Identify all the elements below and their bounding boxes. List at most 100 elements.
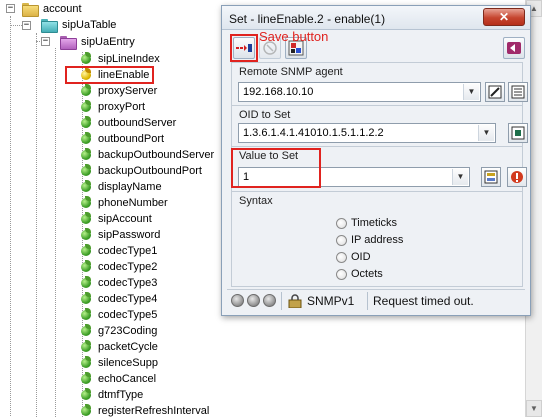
expander-sipuaentry[interactable]: − bbox=[41, 37, 50, 46]
radio-button[interactable] bbox=[336, 217, 347, 229]
tree-leaf-codectype4[interactable]: codecType4 bbox=[79, 291, 158, 307]
tree-leaf-phonenumber[interactable]: phoneNumber bbox=[79, 195, 169, 211]
expander-sipuatable[interactable]: − bbox=[22, 21, 31, 30]
tree-leaf-dtmftype[interactable]: dtmfType bbox=[79, 387, 144, 403]
leaf-icon bbox=[79, 132, 93, 146]
status-separator bbox=[367, 292, 368, 310]
snmp-version: SNMPv1 bbox=[307, 294, 355, 308]
leaf-icon bbox=[79, 340, 93, 354]
tree-leaf-proxyserver[interactable]: proxyServer bbox=[79, 83, 158, 99]
tree-node-account[interactable]: account bbox=[22, 1, 83, 17]
tree-leaf-label: outboundServer bbox=[98, 117, 177, 129]
agent-properties-button[interactable] bbox=[485, 82, 505, 102]
tree-leaf-label: registerRefreshInterval bbox=[98, 405, 210, 417]
agent-list-button[interactable] bbox=[508, 82, 528, 102]
leaf-icon bbox=[79, 180, 93, 194]
leaf-icon bbox=[79, 164, 93, 178]
tree-leaf-label: dtmfType bbox=[98, 389, 144, 401]
tree-node-sipuaentry[interactable]: sipUaEntry bbox=[60, 34, 136, 50]
dialog-title: Set - lineEnable.2 - enable(1) bbox=[229, 12, 386, 26]
tree-leaf-codectype2[interactable]: codecType2 bbox=[79, 259, 158, 275]
table-folder-icon bbox=[41, 18, 58, 33]
save-button-annotation: Save button bbox=[259, 29, 329, 44]
status-message: Request timed out. bbox=[373, 294, 474, 308]
tree-leaf-backupoutboundserver[interactable]: backupOutboundServer bbox=[79, 147, 215, 163]
syntax-label: Syntax bbox=[239, 195, 273, 207]
syntax-option-ip-address[interactable]: IP address bbox=[336, 232, 403, 248]
radio-button[interactable] bbox=[336, 251, 347, 263]
tree-leaf-label: codecType3 bbox=[98, 277, 158, 289]
tree-leaf-label: backupOutboundPort bbox=[98, 165, 202, 177]
chevron-down-icon[interactable]: ▼ bbox=[478, 125, 494, 141]
tree-leaf-label: g723Coding bbox=[98, 325, 158, 337]
tree-leaf-silencesupp[interactable]: silenceSupp bbox=[79, 355, 159, 371]
expander-account[interactable]: − bbox=[6, 4, 15, 13]
agent-list-icon bbox=[511, 85, 525, 99]
oid-select-button[interactable] bbox=[508, 123, 528, 143]
close-button[interactable]: ✕ bbox=[483, 8, 525, 26]
scroll-down-icon[interactable]: ▼ bbox=[526, 400, 542, 417]
tree-leaf-label: echoCancel bbox=[98, 373, 157, 385]
tree-node-label: sipUaEntry bbox=[81, 36, 135, 48]
syntax-option-label: OID bbox=[351, 251, 371, 263]
tree-leaf-sippassword[interactable]: sipPassword bbox=[79, 227, 161, 243]
tree-node-label: sipUaTable bbox=[62, 19, 117, 31]
leaf-icon bbox=[79, 116, 93, 130]
oid-section: OID to Set 1.3.6.1.4.1.41010.1.5.1.1.2.2… bbox=[231, 105, 528, 147]
dialog-titlebar[interactable]: Set - lineEnable.2 - enable(1) ✕ bbox=[222, 6, 530, 30]
leaf-icon bbox=[79, 388, 93, 402]
tree-leaf-label: sipAccount bbox=[98, 213, 152, 225]
oid-select-icon bbox=[511, 126, 525, 140]
oid-label: OID to Set bbox=[239, 109, 291, 121]
value-to-set-highlight-box bbox=[231, 148, 321, 188]
tree-leaf-label: packetCycle bbox=[98, 341, 158, 353]
leaf-icon bbox=[79, 196, 93, 210]
tree-leaf-backupoutboundport[interactable]: backupOutboundPort bbox=[79, 163, 203, 179]
tree-leaf-outboundport[interactable]: outboundPort bbox=[79, 131, 165, 147]
leaf-icon bbox=[79, 292, 93, 306]
tree-leaf-proxyport[interactable]: proxyPort bbox=[79, 99, 146, 115]
entry-folder-icon bbox=[60, 35, 77, 50]
radio-button[interactable] bbox=[336, 234, 347, 246]
syntax-option-octets[interactable]: Octets bbox=[336, 266, 383, 282]
syntax-option-oid[interactable]: OID bbox=[336, 249, 371, 265]
tree-leaf-outboundserver[interactable]: outboundServer bbox=[79, 115, 177, 131]
tree-leaf-codectype5[interactable]: codecType5 bbox=[79, 307, 158, 323]
tree-leaf-label: silenceSupp bbox=[98, 357, 158, 369]
tree-leaf-displayname[interactable]: displayName bbox=[79, 179, 163, 195]
leaf-icon bbox=[79, 212, 93, 226]
tree-leaf-registerrefreshinterval[interactable]: registerRefreshInterval bbox=[79, 403, 210, 417]
tree-leaf-label: sipLineIndex bbox=[98, 53, 160, 65]
tree-leaf-echocancel[interactable]: echoCancel bbox=[79, 371, 157, 387]
tree-node-label: account bbox=[43, 3, 82, 15]
leaf-icon bbox=[79, 356, 93, 370]
save-button-highlight-box bbox=[230, 34, 258, 62]
tree-leaf-siplineindex[interactable]: sipLineIndex bbox=[79, 51, 161, 67]
value-edit-icon bbox=[484, 170, 498, 184]
chevron-down-icon[interactable]: ▼ bbox=[463, 84, 479, 100]
syntax-option-timeticks[interactable]: Timeticks bbox=[336, 215, 397, 231]
tree-leaf-g723coding[interactable]: g723Coding bbox=[79, 323, 158, 339]
tree-node-sipuatable[interactable]: sipUaTable bbox=[41, 17, 117, 33]
folder-icon bbox=[22, 2, 39, 17]
agent-value: 192.168.10.10 bbox=[243, 86, 314, 98]
oid-combobox[interactable]: 1.3.6.1.4.1.41010.1.5.1.1.2.2 ▼ bbox=[238, 123, 496, 143]
tree-leaf-label: sipPassword bbox=[98, 229, 161, 241]
leaf-icon bbox=[79, 404, 93, 417]
radio-button[interactable] bbox=[336, 268, 347, 280]
tree-leaf-label: displayName bbox=[98, 181, 162, 193]
value-info-button[interactable] bbox=[507, 167, 527, 187]
agent-edit-icon bbox=[488, 85, 502, 99]
agent-combobox[interactable]: 192.168.10.10 ▼ bbox=[238, 82, 481, 102]
syntax-option-label: IP address bbox=[351, 234, 404, 246]
tree-leaf-codectype3[interactable]: codecType3 bbox=[79, 275, 158, 291]
tree-leaf-codectype1[interactable]: codecType1 bbox=[79, 243, 158, 259]
chevron-down-icon[interactable]: ▼ bbox=[452, 169, 468, 185]
tree-leaf-sipaccount[interactable]: sipAccount bbox=[79, 211, 153, 227]
value-edit-button[interactable] bbox=[481, 167, 501, 187]
tree-leaf-packetcycle[interactable]: packetCycle bbox=[79, 339, 159, 355]
agent-label: Remote SNMP agent bbox=[239, 66, 343, 78]
tree-line bbox=[36, 33, 37, 417]
exit-button[interactable] bbox=[503, 37, 525, 59]
leaf-icon bbox=[79, 324, 93, 338]
